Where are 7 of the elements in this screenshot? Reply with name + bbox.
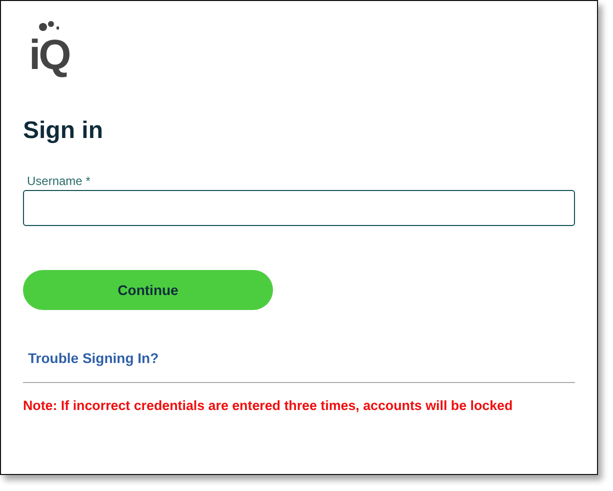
lockout-note: Note: If incorrect credentials are entered three times, accounts will be locked [23,398,513,413]
sign-in-heading: Sign in [23,117,103,145]
continue-button[interactable]: Continue [23,270,273,310]
username-label: Username * [27,174,90,188]
username-field[interactable] [23,190,575,226]
trouble-signing-in-link[interactable]: Trouble Signing In? [28,350,159,366]
logo-text: iQ [29,35,70,75]
